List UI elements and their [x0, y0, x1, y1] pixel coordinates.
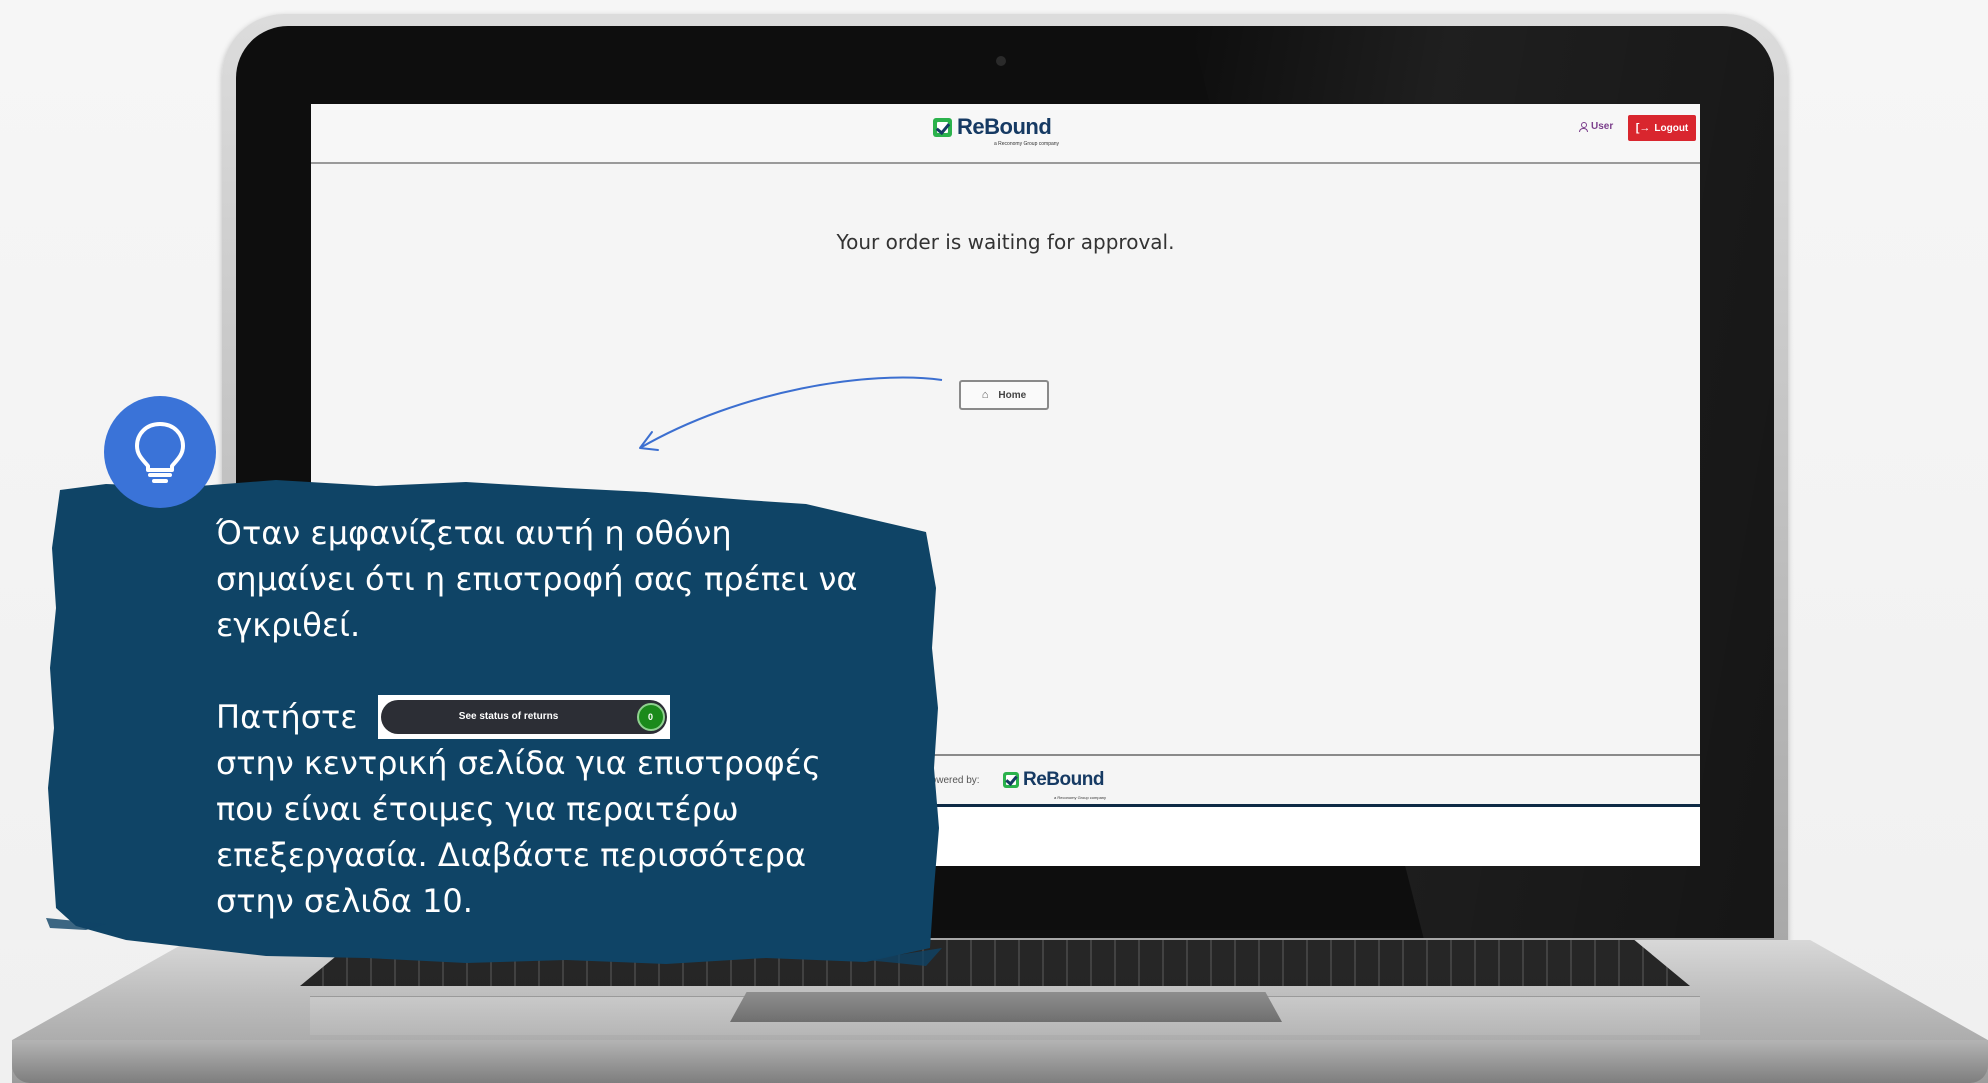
- logout-label: Logout: [1654, 122, 1689, 134]
- footer-logo-tagline: a Reconomy Group company: [1054, 795, 1107, 800]
- logo-tagline: a Reconomy Group company: [994, 141, 1060, 147]
- footer-rebound-logo: ReBound: [1003, 770, 1104, 789]
- user-menu[interactable]: User: [1579, 121, 1613, 132]
- home-icon: ⌂: [981, 389, 989, 401]
- callout-paragraph-2: Πατήστε See status of returns 0 στην κεν…: [216, 694, 916, 924]
- rebound-logo[interactable]: ReBound: [933, 114, 1052, 139]
- pointer-arrow-icon: [639, 376, 943, 451]
- callout-paragraph-2-text: στην κεντρική σελίδα για επιστροφές που …: [216, 744, 821, 920]
- status-count-badge: 0: [636, 703, 665, 731]
- waiting-approval-message: Your order is waiting for approval.: [836, 230, 1175, 254]
- laptop-trackpad: [730, 992, 1282, 1022]
- home-label: Home: [998, 389, 1027, 401]
- laptop-base-rim: [12, 1040, 1988, 1083]
- see-status-of-returns-button[interactable]: See status of returns 0: [377, 695, 670, 739]
- checkbox-logo-icon: [1003, 771, 1019, 788]
- callout-text: Όταν εμφανίζεται αυτή η οθόνη σημαίνει ό…: [216, 510, 916, 924]
- slide: ReBound a Reconomy Group company User [→…: [0, 0, 1988, 1083]
- user-icon: [1579, 122, 1588, 132]
- callout-paragraph-1: Όταν εμφανίζεται αυτή η οθόνη σημαίνει ό…: [216, 514, 858, 644]
- press-row: Πατήστε See status of returns 0: [216, 694, 916, 740]
- logo-text: ReBound: [957, 114, 1052, 139]
- user-label: User: [1591, 121, 1614, 132]
- lightbulb-badge: [104, 396, 216, 508]
- logout-icon: [→: [1635, 121, 1651, 134]
- lightbulb-icon: [135, 422, 185, 483]
- home-button[interactable]: ⌂ Home: [959, 380, 1049, 410]
- checkbox-logo-icon: [933, 117, 952, 137]
- press-label: Πατήστε: [216, 698, 358, 736]
- status-pill[interactable]: See status of returns 0: [380, 700, 667, 734]
- logout-button[interactable]: [→ Logout: [1628, 115, 1696, 141]
- webcam-icon: [996, 56, 1006, 66]
- status-button-label: See status of returns: [458, 711, 559, 722]
- footer-logo-text: ReBound: [1023, 769, 1104, 790]
